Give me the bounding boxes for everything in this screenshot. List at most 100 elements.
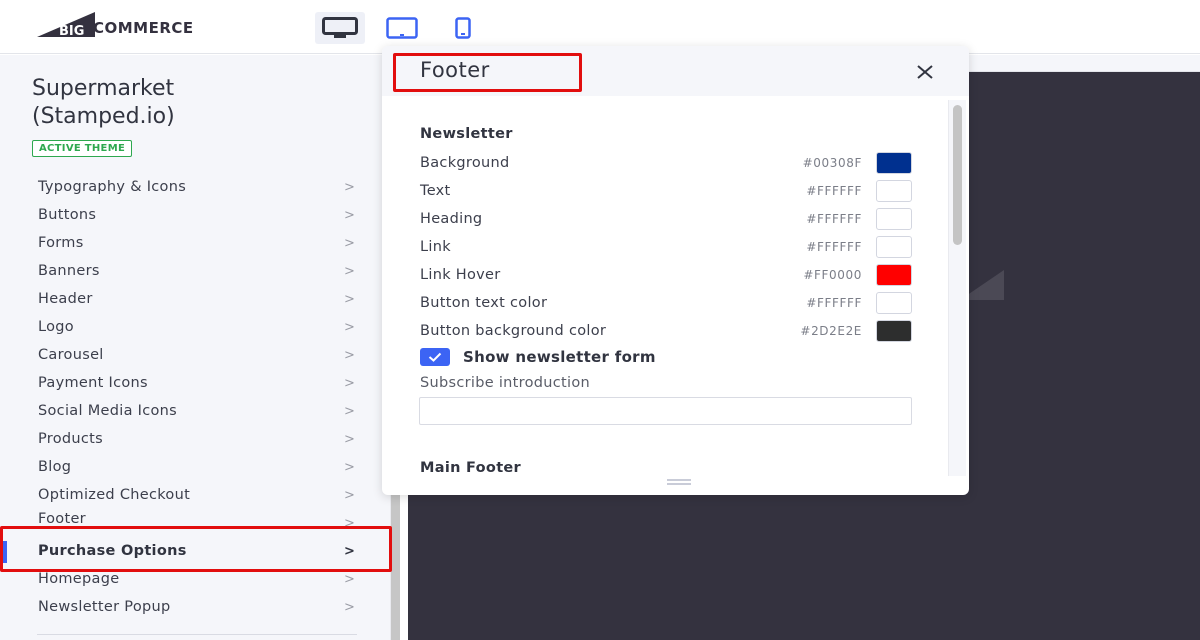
sidebar-item-social-media-icons[interactable]: Social Media Icons > [0, 397, 390, 425]
color-label: Link Hover [420, 267, 501, 283]
color-swatch[interactable] [876, 208, 912, 230]
color-swatch[interactable] [876, 180, 912, 202]
sidebar-item-buttons[interactable]: Buttons > [0, 201, 390, 229]
color-swatch[interactable] [876, 236, 912, 258]
sidebar-item-blog[interactable]: Blog > [0, 453, 390, 481]
sidebar-item-optimized-checkout[interactable]: Optimized Checkout > [0, 481, 390, 509]
sidebar-item-label: Social Media Icons [38, 403, 178, 419]
panel-title: Footer [420, 58, 490, 82]
mobile-view-button[interactable] [438, 12, 488, 44]
sidebar-item-label: Forms [38, 235, 84, 251]
chevron-right-icon: > [344, 291, 355, 307]
theme-sidebar: Supermarket (Stamped.io) ACTIVE THEME Ty… [0, 55, 390, 640]
sidebar-item-banners[interactable]: Banners > [0, 257, 390, 285]
theme-name-line-1: Supermarket [32, 76, 175, 101]
color-setting-link: Link #FFFFFF [420, 233, 912, 261]
sidebar-item-newsletter-popup[interactable]: Newsletter Popup > [0, 593, 390, 621]
color-hex-value: #FFFFFF [806, 212, 862, 226]
sidebar-item-label: Products [38, 431, 104, 447]
subscribe-introduction-label: Subscribe introduction [420, 375, 591, 391]
sidebar-nav: Typography & Icons > Buttons > Forms > Bann… [0, 173, 390, 621]
panel-scrollbar-thumb[interactable] [953, 105, 962, 245]
chevron-right-icon: > [344, 179, 355, 195]
chevron-right-icon: > [344, 263, 355, 279]
sidebar-item-label: Payment Icons [38, 375, 148, 391]
color-setting-heading: Heading #FFFFFF [420, 205, 912, 233]
color-setting-text: Text #FFFFFF [420, 177, 912, 205]
color-swatch[interactable] [876, 152, 912, 174]
sidebar-item-payment-icons[interactable]: Payment Icons > [0, 369, 390, 397]
theme-name-line-2: (Stamped.io) [32, 104, 175, 129]
sidebar-divider [37, 634, 357, 635]
desktop-icon [322, 17, 358, 38]
color-hex-value: #FFFFFF [806, 240, 862, 254]
sidebar-item-purchase-options[interactable]: Purchase Options > [0, 537, 390, 565]
color-swatch[interactable] [876, 320, 912, 342]
color-hex-value: #FFFFFF [806, 296, 862, 310]
color-setting-background: Background #00308F [420, 149, 912, 177]
sidebar-item-footer[interactable]: Footer > [0, 509, 390, 537]
tablet-view-button[interactable] [377, 12, 427, 44]
chevron-right-icon: > [344, 487, 355, 503]
sidebar-item-label: Carousel [38, 347, 104, 363]
tablet-icon [386, 17, 418, 39]
panel-header: Footer [382, 46, 969, 96]
color-setting-button-text: Button text color #FFFFFF [420, 289, 912, 317]
show-newsletter-form-row: Show newsletter form [420, 346, 656, 368]
sidebar-item-logo[interactable]: Logo > [0, 313, 390, 341]
color-hex-value: #FF0000 [803, 268, 862, 282]
color-label: Button background color [420, 323, 607, 339]
color-label: Heading [420, 211, 483, 227]
chevron-right-icon: > [344, 375, 355, 391]
show-newsletter-form-label: Show newsletter form [463, 348, 656, 366]
chevron-right-icon: > [344, 571, 355, 587]
color-hex-value: #00308F [802, 156, 862, 170]
newsletter-heading: Newsletter [420, 126, 513, 142]
sidebar-item-carousel[interactable]: Carousel > [0, 341, 390, 369]
color-hex-value: #FFFFFF [806, 184, 862, 198]
sidebar-item-products[interactable]: Products > [0, 425, 390, 453]
desktop-view-button[interactable] [315, 12, 365, 44]
sidebar-item-typography-icons[interactable]: Typography & Icons > [0, 173, 390, 201]
subscribe-introduction-input[interactable] [419, 397, 912, 425]
color-label: Link [420, 239, 451, 255]
sidebar-item-label: Optimized Checkout [38, 487, 191, 503]
sidebar-item-label: Newsletter Popup [38, 599, 171, 615]
panel-body: Newsletter Background #00308F Text #FFFF… [382, 96, 952, 476]
color-setting-link-hover: Link Hover #FF0000 [420, 261, 912, 289]
sidebar-item-label: Purchase Options [38, 543, 187, 559]
sidebar-item-label: Homepage [38, 571, 120, 587]
sidebar-item-label: Footer [38, 511, 86, 527]
sidebar-item-label: Logo [38, 319, 74, 335]
sidebar-item-label: Header [38, 291, 93, 307]
mobile-icon [455, 17, 471, 39]
close-icon [917, 65, 933, 79]
panel-scrollbar-track [948, 100, 966, 476]
color-swatch[interactable] [876, 264, 912, 286]
sidebar-item-label: Blog [38, 459, 72, 475]
main-footer-heading: Main Footer [420, 460, 522, 476]
panel-resize-handle[interactable] [667, 479, 691, 485]
logo-text: COMMERCE [93, 19, 194, 37]
chevron-right-icon: > [344, 403, 355, 419]
sidebar-item-forms[interactable]: Forms > [0, 229, 390, 257]
bigcommerce-logo: BIG COMMERCE [37, 12, 194, 38]
sidebar-item-homepage[interactable]: Homepage > [0, 565, 390, 593]
color-label: Button text color [420, 295, 548, 311]
theme-name: Supermarket (Stamped.io) [32, 75, 175, 131]
chevron-right-icon: > [344, 459, 355, 475]
chevron-right-icon: > [344, 235, 355, 251]
close-panel-button[interactable] [912, 59, 938, 85]
footer-settings-panel: Footer Newsletter Background #00308F Tex… [382, 46, 969, 495]
color-swatch[interactable] [876, 292, 912, 314]
chevron-right-icon: > [344, 599, 355, 615]
chevron-right-icon: > [344, 543, 355, 559]
active-theme-badge: ACTIVE THEME [32, 140, 133, 157]
chevron-right-icon: > [344, 319, 355, 335]
show-newsletter-form-checkbox[interactable] [420, 348, 450, 366]
chevron-right-icon: > [344, 207, 355, 223]
sidebar-item-label: Typography & Icons [38, 179, 187, 195]
sidebar-item-header[interactable]: Header > [0, 285, 390, 313]
chevron-right-icon: > [344, 431, 355, 447]
sidebar-item-label: Buttons [38, 207, 97, 223]
